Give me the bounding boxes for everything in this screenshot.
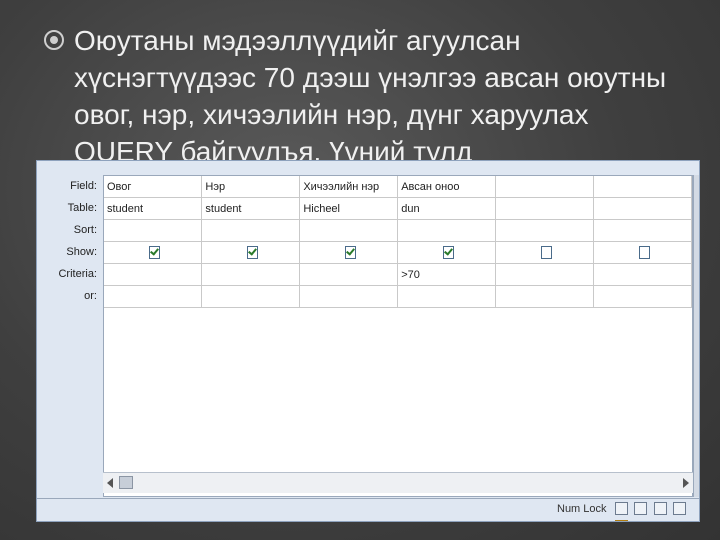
field-cell[interactable]: Нэр [201,176,301,198]
table-cell[interactable]: student [104,197,203,220]
table-cell[interactable]: student [201,197,301,220]
datasheet-view-icon[interactable] [615,502,628,515]
show-checkbox[interactable] [541,246,553,259]
criteria-cell[interactable] [299,263,399,286]
criteria-cell[interactable] [201,263,301,286]
sort-cell[interactable] [201,219,301,242]
table-cell[interactable] [495,197,595,220]
or-cell[interactable] [104,285,203,308]
criteria-cell[interactable] [495,263,595,286]
show-checkbox[interactable] [149,246,160,259]
row-label-show: Show: [66,246,97,258]
sort-cell[interactable] [397,219,497,242]
row-labels: Field: Table: Sort: Show: Criteria: or: [37,175,99,307]
show-checkbox[interactable] [345,246,357,259]
field-cell[interactable]: Авсан оноо [397,176,497,198]
scroll-left-icon[interactable] [107,478,113,488]
or-cell[interactable] [299,285,399,308]
show-cell [104,241,203,264]
or-cell[interactable] [201,285,301,308]
row-label-sort: Sort: [73,224,97,236]
show-cell [299,241,399,264]
sql-view-icon[interactable] [673,502,687,515]
scroll-thumb[interactable] [119,476,133,489]
design-view-icon[interactable] [615,520,628,521]
sort-cell[interactable] [104,219,203,242]
row-label-field: Field: [70,180,97,192]
slide-bullet-text: Оюутаны мэдээллүүдийг агуулсан хүснэгтүү… [74,25,667,167]
or-row [104,285,692,308]
criteria-cell[interactable]: >70 [397,263,497,286]
table-row: student student Hicheel dun [104,197,692,220]
sort-cell[interactable] [495,219,595,242]
criteria-cell[interactable] [104,263,203,286]
field-cell[interactable] [593,176,692,198]
field-row: Овог Нэр Хичээлийн нэр Авсан оноо [104,176,692,198]
field-cell[interactable]: Овог [104,176,203,198]
query-design-grid: Овог Нэр Хичээлийн нэр Авсан оноо studen… [103,175,693,497]
vertical-scrollbar[interactable] [693,175,699,497]
pivottable-view-icon[interactable] [634,502,648,515]
table-cell[interactable]: dun [397,197,497,220]
or-cell[interactable] [397,285,497,308]
table-cell[interactable]: Hicheel [299,197,399,220]
sort-cell[interactable] [299,219,399,242]
show-cell [593,241,692,264]
sort-cell[interactable] [593,219,692,242]
show-checkbox[interactable] [639,246,651,259]
bullet-icon [44,30,64,50]
view-switcher [615,502,699,521]
sort-row [104,219,692,242]
field-cell[interactable]: Хичээлийн нэр [299,176,399,198]
horizontal-scrollbar[interactable] [103,472,693,493]
show-row [104,241,692,264]
show-cell [397,241,497,264]
show-cell [201,241,301,264]
row-label-criteria: Criteria: [58,268,97,280]
num-lock-indicator: Num Lock [557,503,607,515]
show-checkbox[interactable] [247,246,259,259]
show-checkbox[interactable] [443,246,455,259]
pivotchart-view-icon[interactable] [653,502,667,515]
status-bar: Num Lock [37,498,699,521]
row-label-table: Table: [67,202,97,214]
or-cell[interactable] [593,285,692,308]
criteria-row: >70 [104,263,692,286]
or-cell[interactable] [495,285,595,308]
scroll-right-icon[interactable] [683,478,689,488]
query-design-window: Field: Table: Sort: Show: Criteria: or: … [36,160,700,522]
show-cell [495,241,595,264]
row-label-or: or: [84,290,97,302]
table-cell[interactable] [593,197,692,220]
field-cell[interactable] [495,176,595,198]
criteria-cell[interactable] [593,263,692,286]
